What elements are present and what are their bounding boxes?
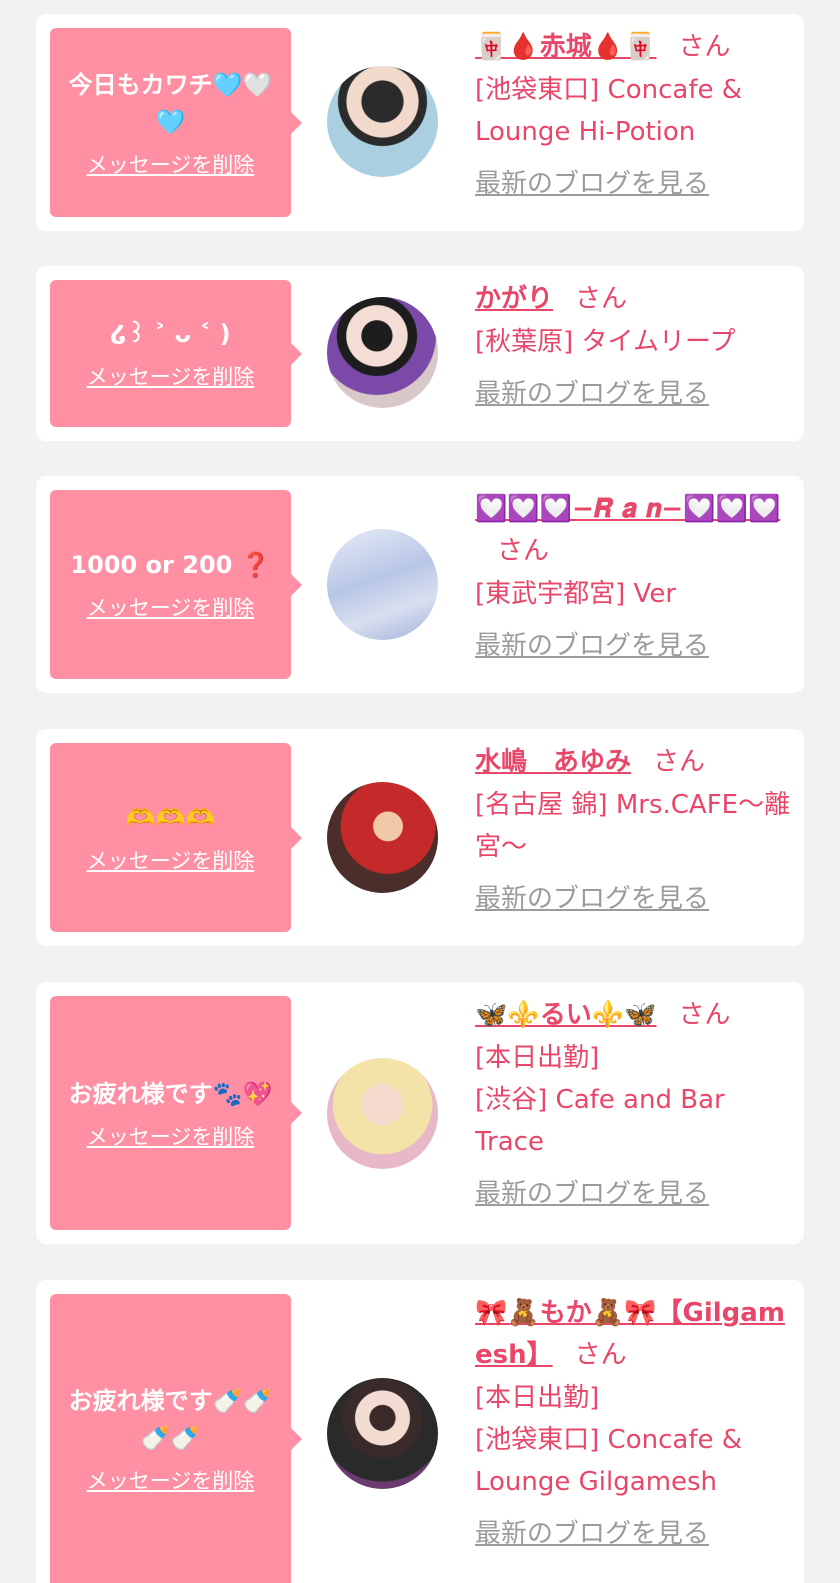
- message-text: 🫶🫶🫶: [125, 804, 216, 832]
- latest-blog-link[interactable]: 最新のブログを見る: [475, 166, 709, 202]
- avatar[interactable]: [327, 297, 438, 408]
- honorific: さん: [575, 284, 628, 314]
- message-bubble: ໒꒱ ˃ ᴗ ˂ ) メッセージを削除: [50, 280, 302, 427]
- shop-text: [秋葉原] タイムリープ: [475, 327, 736, 357]
- message-bubble: 1000 or 200 ❓ メッセージを削除: [50, 490, 302, 679]
- latest-blog-link[interactable]: 最新のブログを見る: [475, 628, 709, 664]
- latest-blog-link[interactable]: 最新のブログを見る: [475, 1516, 709, 1552]
- cast-name-row: 🎀🧸もか🧸🎀【Gilgamesh】 さん: [475, 1292, 795, 1376]
- message-bubble: お疲れ様です🐾💖 メッセージを削除: [50, 996, 302, 1230]
- honorific: さん: [653, 747, 706, 777]
- avatar[interactable]: [327, 529, 438, 640]
- message-card: お疲れ様です🍼🍼🍼🍼 メッセージを削除 🎀🧸もか🧸🎀【Gilgamesh】 さん …: [36, 1280, 804, 1583]
- honorific: さん: [497, 536, 550, 566]
- cast-info: 水嶋 あゆみ さん [名古屋 錦] Mrs.CAFE〜離宮〜 最新のブログを見る: [475, 741, 795, 917]
- cast-info: 💟💟💟−𝑹 𝒂 𝒏−💟💟💟 さん [東武宇都宮] Ver 最新のブログを見る: [475, 488, 795, 664]
- delete-message-link[interactable]: メッセージを削除: [87, 1123, 255, 1151]
- cast-name-link[interactable]: 🀄🩸赤城🩸🀄: [475, 32, 657, 62]
- message-text: 今日もカワチ🩵🤍🩵: [68, 70, 273, 136]
- honorific: さん: [574, 1340, 627, 1370]
- latest-blog-link[interactable]: 最新のブログを見る: [475, 1176, 709, 1212]
- cast-name-row: 🀄🩸赤城🩸🀄 さん: [475, 26, 795, 68]
- latest-blog-link[interactable]: 最新のブログを見る: [475, 376, 709, 412]
- latest-blog-link[interactable]: 最新のブログを見る: [475, 881, 709, 917]
- cast-name-link[interactable]: 🦋⚜️るい⚜️🦋: [475, 1000, 657, 1030]
- message-text: 1000 or 200 ❓: [70, 551, 271, 579]
- shop-text: [東武宇都宮] Ver: [475, 579, 677, 609]
- message-bubble: お疲れ様です🍼🍼🍼🍼 メッセージを削除: [50, 1294, 302, 1583]
- honorific: さん: [678, 32, 731, 62]
- cast-name-row: 💟💟💟−𝑹 𝒂 𝒏−💟💟💟 さん: [475, 488, 795, 572]
- message-card: ໒꒱ ˃ ᴗ ˂ ) メッセージを削除 かがり さん [秋葉原] タイムリープ 最…: [36, 266, 804, 441]
- message-text: ໒꒱ ˃ ᴗ ˂ ): [110, 320, 231, 348]
- shop-text: [本日出勤] [池袋東口] Concafe & Lounge Gilgamesh: [475, 1383, 743, 1497]
- shop-text: [池袋東口] Concafe & Lounge Hi-Potion: [475, 75, 743, 147]
- delete-message-link[interactable]: メッセージを削除: [87, 847, 255, 875]
- message-bubble: 🫶🫶🫶 メッセージを削除: [50, 743, 302, 932]
- message-card: お疲れ様です🐾💖 メッセージを削除 🦋⚜️るい⚜️🦋 さん [本日出勤] [渋谷]…: [36, 982, 804, 1244]
- message-text: お疲れ様です🍼🍼🍼🍼: [68, 1386, 273, 1452]
- honorific: さん: [678, 1000, 731, 1030]
- cast-name-row: かがり さん: [475, 278, 795, 320]
- cast-name-link[interactable]: 水嶋 あゆみ: [475, 747, 631, 777]
- delete-message-link[interactable]: メッセージを削除: [87, 151, 255, 179]
- message-list: 今日もカワチ🩵🤍🩵 メッセージを削除 🀄🩸赤城🩸🀄 さん [池袋東口] Conca…: [0, 0, 840, 1583]
- cast-info: 🀄🩸赤城🩸🀄 さん [池袋東口] Concafe & Lounge Hi-Poti…: [475, 26, 795, 202]
- avatar[interactable]: [327, 1058, 438, 1169]
- avatar[interactable]: [327, 1378, 438, 1489]
- message-card: 今日もカワチ🩵🤍🩵 メッセージを削除 🀄🩸赤城🩸🀄 さん [池袋東口] Conca…: [36, 14, 804, 231]
- cast-name-row: 🦋⚜️るい⚜️🦋 さん: [475, 994, 795, 1036]
- avatar[interactable]: [327, 66, 438, 177]
- message-card: 🫶🫶🫶 メッセージを削除 水嶋 あゆみ さん [名古屋 錦] Mrs.CAFE〜離…: [36, 729, 804, 946]
- cast-name-link[interactable]: かがり: [475, 284, 553, 314]
- delete-message-link[interactable]: メッセージを削除: [87, 594, 255, 622]
- cast-name-link[interactable]: 🎀🧸もか🧸🎀【Gilgamesh】: [475, 1298, 785, 1370]
- delete-message-link[interactable]: メッセージを削除: [87, 363, 255, 391]
- message-card: 1000 or 200 ❓ メッセージを削除 💟💟💟−𝑹 𝒂 𝒏−💟💟💟 さん […: [36, 476, 804, 693]
- cast-name-link[interactable]: 💟💟💟−𝑹 𝒂 𝒏−💟💟💟: [475, 494, 780, 524]
- avatar[interactable]: [327, 782, 438, 893]
- message-text: お疲れ様です🐾💖: [68, 1079, 273, 1108]
- shop-text: [名古屋 錦] Mrs.CAFE〜離宮〜: [475, 790, 791, 862]
- cast-name-row: 水嶋 あゆみ さん: [475, 741, 795, 783]
- message-bubble: 今日もカワチ🩵🤍🩵 メッセージを削除: [50, 28, 302, 217]
- delete-message-link[interactable]: メッセージを削除: [87, 1467, 255, 1495]
- cast-info: 🎀🧸もか🧸🎀【Gilgamesh】 さん [本日出勤] [池袋東口] Concaf…: [475, 1292, 795, 1552]
- shop-text: [本日出勤] [渋谷] Cafe and Bar Trace: [475, 1043, 725, 1157]
- cast-info: 🦋⚜️るい⚜️🦋 さん [本日出勤] [渋谷] Cafe and Bar Trac…: [475, 994, 795, 1212]
- cast-info: かがり さん [秋葉原] タイムリープ 最新のブログを見る: [475, 278, 795, 412]
